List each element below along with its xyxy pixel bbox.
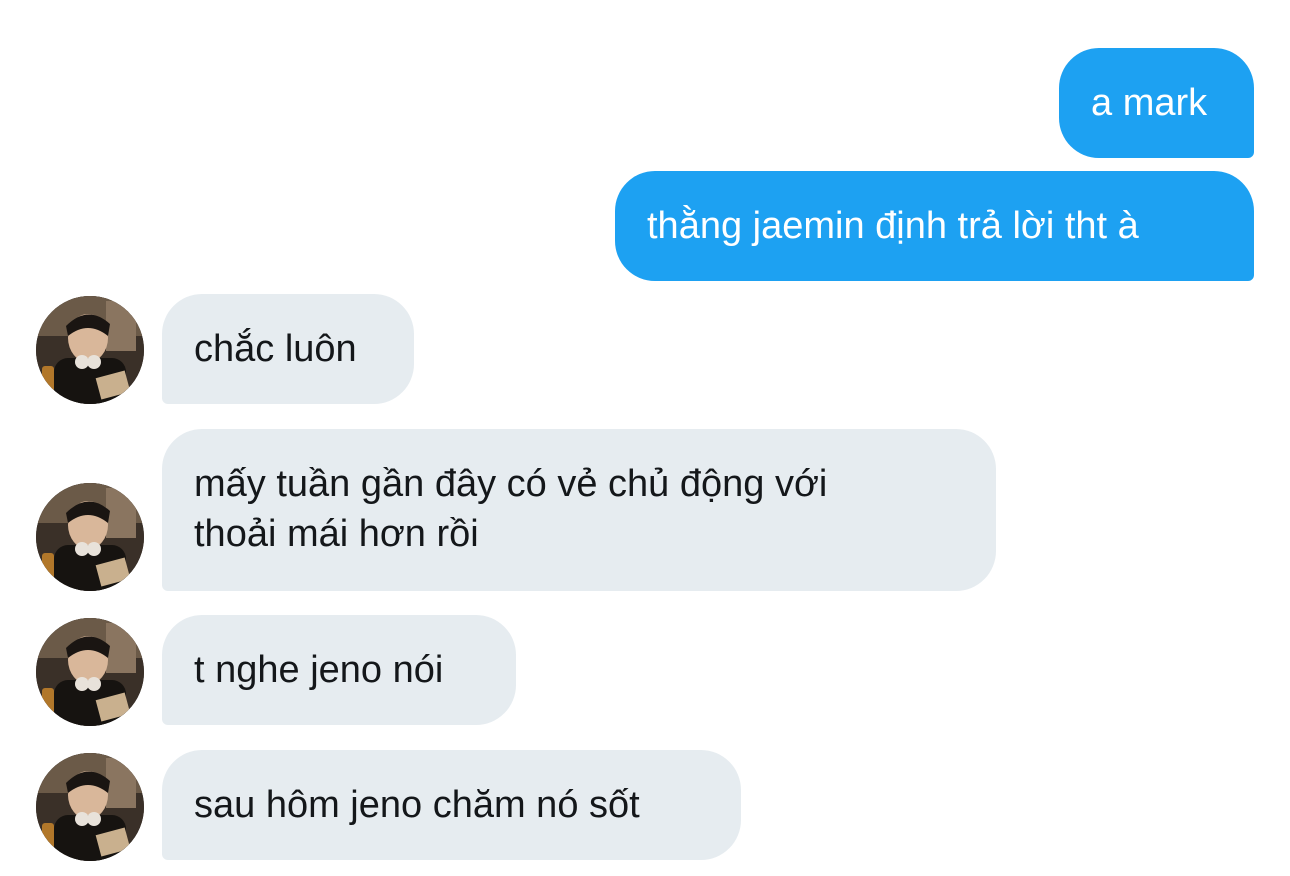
message-thread: a mark thằng jaemin định trả lời tht à c… <box>0 0 1290 876</box>
message-text-line: mấy tuần gần đây có vẻ chủ động với <box>194 463 828 505</box>
avatar-photo-icon <box>36 483 144 591</box>
received-message[interactable]: mấy tuần gần đây có vẻ chủ động với thoả… <box>162 429 996 591</box>
received-message[interactable]: t nghe jeno nói <box>162 615 516 725</box>
sent-message[interactable]: thằng jaemin định trả lời tht à <box>615 171 1254 281</box>
received-message[interactable]: chắc luôn <box>162 294 414 404</box>
user-avatar[interactable] <box>36 483 144 591</box>
avatar-photo-icon <box>36 296 144 404</box>
avatar-photo-icon <box>36 753 144 861</box>
message-text-line: t nghe jeno nói <box>194 649 444 691</box>
message-text-line: thoải mái hơn rồi <box>194 513 479 555</box>
received-message[interactable]: sau hôm jeno chăm nó sốt <box>162 750 741 860</box>
message-text-line: chắc luôn <box>194 328 357 370</box>
sent-message[interactable]: a mark <box>1059 48 1254 158</box>
user-avatar[interactable] <box>36 753 144 861</box>
user-avatar[interactable] <box>36 618 144 726</box>
message-text-line: sau hôm jeno chăm nó sốt <box>194 784 640 826</box>
message-text: thằng jaemin định trả lời tht à <box>647 205 1139 247</box>
avatar-photo-icon <box>36 618 144 726</box>
message-text: a mark <box>1091 82 1208 124</box>
user-avatar[interactable] <box>36 296 144 404</box>
